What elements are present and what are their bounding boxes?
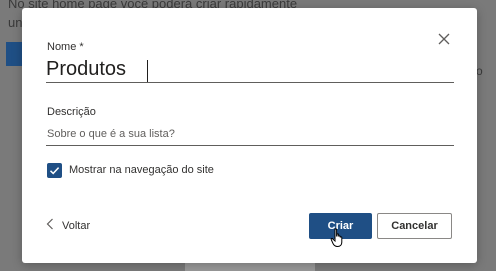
- back-button[interactable]: Voltar: [46, 218, 90, 233]
- description-input[interactable]: [47, 128, 451, 140]
- hand-pointer-icon: [330, 228, 346, 248]
- show-in-nav-label[interactable]: Mostrar na navegação do site: [69, 164, 214, 176]
- back-label: Voltar: [62, 219, 91, 232]
- chevron-left-icon: [46, 218, 54, 233]
- name-label: Nome *: [47, 41, 84, 53]
- close-icon[interactable]: [436, 31, 452, 47]
- show-in-nav-checkbox[interactable]: [47, 163, 62, 178]
- cancel-button[interactable]: Cancelar: [377, 213, 452, 239]
- description-input-underline: [46, 145, 454, 146]
- name-input-underline: [46, 82, 454, 83]
- name-input[interactable]: [46, 58, 451, 81]
- text-caret: [147, 60, 148, 82]
- description-label: Descrição: [47, 106, 96, 118]
- checkmark-icon: [49, 167, 60, 175]
- create-list-dialog: Nome * Descrição Mostrar na navegação do…: [22, 8, 477, 263]
- background-text-fragment: o: [476, 64, 483, 78]
